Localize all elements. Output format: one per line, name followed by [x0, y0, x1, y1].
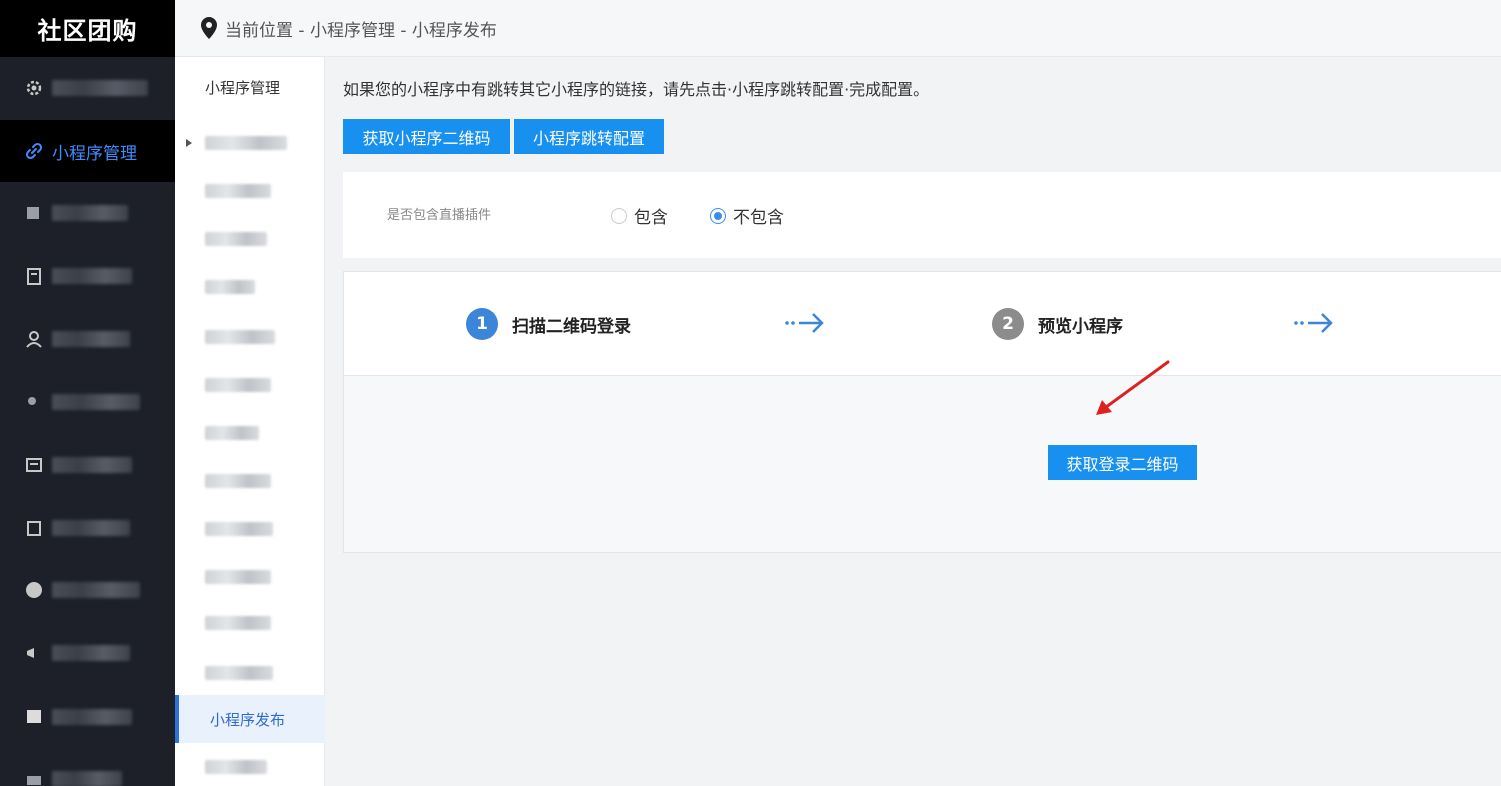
- submenu-item[interactable]: [175, 505, 325, 553]
- sidebar-item-label: [52, 80, 148, 96]
- submenu-item-label: [205, 136, 287, 150]
- jump-config-notice: 如果您的小程序中有跳转其它小程序的链接，请先点击·小程序跳转配置·完成配置。: [343, 80, 930, 99]
- document-icon: [24, 266, 44, 286]
- submenu-item[interactable]: [175, 457, 325, 505]
- get-login-qrcode-button[interactable]: 获取登录二维码: [1048, 445, 1197, 480]
- submenu-item[interactable]: [175, 361, 325, 409]
- submenu-item-label: [205, 616, 271, 630]
- submenu-item-label: [205, 760, 267, 774]
- submenu-title-label: 小程序管理: [205, 78, 281, 97]
- main-sidebar: 社区团购 小程序管理: [0, 0, 175, 786]
- sidebar-item-label: [52, 457, 132, 473]
- submenu-item-label: [205, 184, 271, 198]
- dotted-arrow-icon: [785, 313, 824, 333]
- live-plugin-label: 是否包含直播插件: [387, 208, 492, 223]
- sidebar-item-5[interactable]: [0, 308, 175, 370]
- gear-icon: [24, 78, 44, 98]
- submenu-item-label: [205, 666, 273, 680]
- sidebar-item-9[interactable]: [0, 559, 175, 621]
- submenu-item-label: [205, 474, 271, 488]
- sidebar-item-label: [52, 709, 132, 725]
- radio-exclude-label: 不包含: [733, 208, 784, 228]
- step-label: 预览小程序: [1038, 316, 1123, 337]
- submenu-title[interactable]: 小程序管理: [175, 63, 325, 111]
- location-pin-icon: [199, 16, 219, 40]
- app-logo: 社区团购: [0, 0, 175, 57]
- submenu-item-label: [205, 522, 273, 536]
- sidebar-item-label: [52, 205, 128, 221]
- submenu-item-wechat[interactable]: [175, 119, 325, 167]
- submenu-item-publish[interactable]: 小程序发布: [175, 695, 325, 743]
- sidebar-item-3[interactable]: [0, 182, 175, 244]
- submenu-item[interactable]: [175, 263, 325, 311]
- step-2: 2 预览小程序: [992, 308, 1123, 340]
- step-number: 2: [992, 308, 1024, 340]
- get-qrcode-button[interactable]: 获取小程序二维码: [343, 119, 510, 154]
- sidebar-item-label: 小程序管理: [52, 143, 137, 164]
- sidebar-item-label: [52, 331, 130, 347]
- location-bar: 当前位置 - 小程序管理 - 小程序发布: [175, 0, 1501, 57]
- submenu-item-label: [205, 232, 267, 246]
- submenu-item-label: [205, 330, 275, 344]
- sidebar-item-miniprogram[interactable]: 小程序管理: [0, 120, 175, 182]
- sidebar-item-6[interactable]: [0, 371, 175, 433]
- sidebar-item-label: [52, 394, 140, 410]
- sidebar-item-8[interactable]: [0, 497, 175, 559]
- user-icon: [24, 329, 44, 349]
- users-icon: [24, 392, 44, 412]
- link-icon: [24, 141, 44, 161]
- breadcrumb: 当前位置 - 小程序管理 - 小程序发布: [225, 20, 497, 41]
- sidebar-item-10[interactable]: [0, 622, 175, 684]
- step-1: 1 扫描二维码登录: [466, 308, 631, 340]
- sidebar-item-4[interactable]: [0, 245, 175, 307]
- sidebar-item-11[interactable]: [0, 686, 175, 748]
- list-icon: [24, 455, 44, 475]
- submenu-item-label: [205, 378, 271, 392]
- sidebar-item-label: [52, 268, 132, 284]
- publish-steps-panel: 1 扫描二维码登录 2 预览小程序: [343, 271, 1501, 553]
- submenu-item-label: [205, 570, 271, 584]
- submenu-item[interactable]: [175, 167, 325, 215]
- submenu-item-label: 小程序发布: [210, 710, 286, 729]
- sidebar-item-12[interactable]: [0, 748, 175, 786]
- radio-exclude[interactable]: 不包含: [710, 203, 784, 228]
- folder-icon: [24, 769, 44, 786]
- submenu-item[interactable]: [175, 553, 325, 601]
- step-label: 扫描二维码登录: [512, 316, 631, 337]
- radio-circle-selected[interactable]: [710, 207, 726, 224]
- megaphone-icon: [24, 643, 44, 663]
- radio-circle[interactable]: [611, 207, 627, 224]
- submenu-item-label: [205, 426, 259, 440]
- red-arrow-annotation-icon: [1096, 360, 1170, 415]
- dotted-arrow-icon: [1294, 313, 1333, 333]
- submenu-item-label: [205, 280, 255, 294]
- box-icon: [24, 518, 44, 538]
- submenu-item[interactable]: [175, 215, 325, 263]
- sidebar-item-label: [52, 645, 130, 661]
- caret-right-icon: [186, 139, 192, 147]
- submenu-item[interactable]: [175, 313, 325, 361]
- sidebar-item-label: [52, 520, 130, 536]
- submenu-item[interactable]: [175, 743, 325, 786]
- clock-icon: [24, 580, 44, 600]
- layers-icon: [24, 203, 44, 223]
- submenu-item[interactable]: [175, 649, 325, 697]
- secondary-menu: 小程序管理 小程序发布: [175, 57, 325, 786]
- radio-include-label: 包含: [634, 208, 668, 228]
- sidebar-item-7[interactable]: [0, 434, 175, 496]
- sidebar-item-label: [52, 771, 122, 786]
- submenu-item[interactable]: [175, 409, 325, 457]
- step-number: 1: [466, 308, 498, 340]
- jump-config-button[interactable]: 小程序跳转配置: [514, 119, 664, 154]
- sidebar-item-label: [52, 582, 140, 598]
- live-plugin-panel: 是否包含直播插件 包含 不包含: [343, 172, 1501, 258]
- submenu-item[interactable]: [175, 599, 325, 647]
- store-icon: [24, 707, 44, 727]
- steps-header: 1 扫描二维码登录 2 预览小程序: [344, 272, 1501, 376]
- radio-include[interactable]: 包含: [611, 203, 668, 228]
- sidebar-item-1[interactable]: [0, 57, 175, 119]
